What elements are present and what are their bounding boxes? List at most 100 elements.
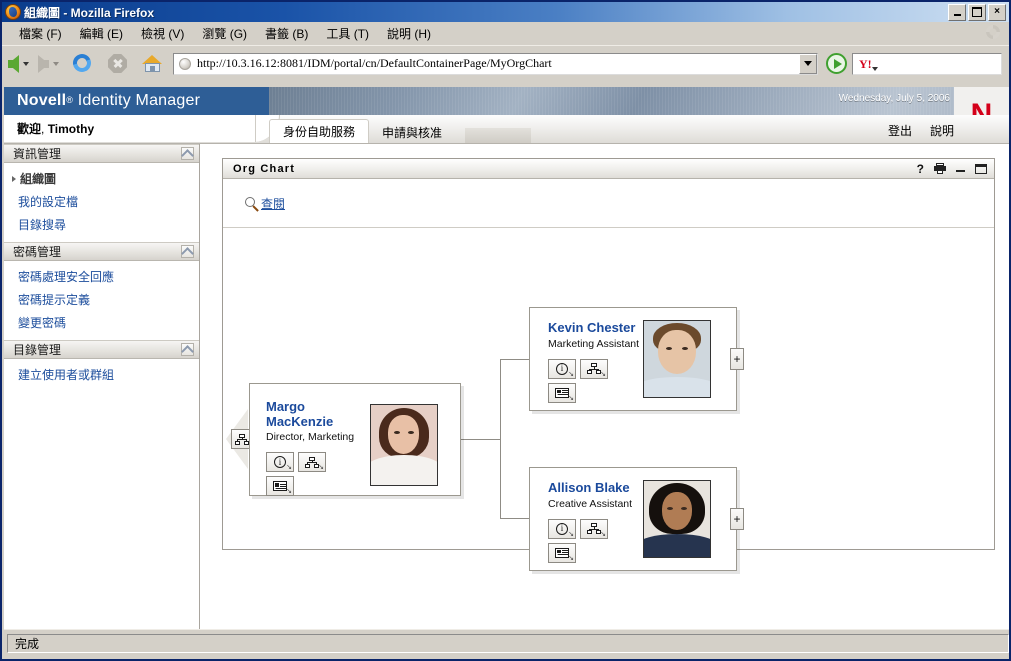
menu-bar: 檔案 (F) 編輯 (E) 檢視 (V) 瀏覽 (G) 書籤 (B) 工具 (T… <box>2 22 1009 45</box>
dropdown-carat-icon: ↘ <box>568 554 574 562</box>
id-card-icon <box>555 387 569 398</box>
url-input[interactable]: http://10.3.16.12:8081/IDM/portal/cn/Def… <box>197 56 552 71</box>
chevron-up-icon[interactable] <box>181 245 194 260</box>
favicon-icon <box>179 57 191 70</box>
back-button[interactable] <box>6 49 36 79</box>
org-chart-icon <box>587 363 601 375</box>
sidebar-item-label[interactable]: 變更密碼 <box>18 314 66 331</box>
window-title: 組織圖 - Mozilla Firefox <box>24 5 155 20</box>
person-orgchart-button[interactable]: ↘ <box>298 452 326 473</box>
sidebar-item-label[interactable]: 建立使用者或群組 <box>18 366 114 383</box>
logout-link[interactable]: 登出 <box>888 122 912 139</box>
firefox-icon <box>5 4 21 20</box>
person-photo <box>643 480 711 558</box>
sidebar-item-create-user-or-group[interactable]: 建立使用者或群組 <box>4 363 199 386</box>
person-idcard-button[interactable]: ↘ <box>548 542 576 563</box>
lookup-control[interactable]: 查閱 <box>245 195 285 212</box>
reload-button[interactable] <box>66 49 100 79</box>
window-title-bar: 組織圖 - Mozilla Firefox × <box>2 2 1009 22</box>
minimize-icon[interactable] <box>956 169 965 172</box>
chevron-up-icon[interactable] <box>181 147 194 162</box>
url-bar[interactable]: http://10.3.16.12:8081/IDM/portal/cn/Def… <box>173 52 818 75</box>
brand-product: Identity Manager <box>77 92 201 109</box>
org-card-root[interactable]: Margo MacKenzie Director, Marketing i ↘ ↘… <box>249 383 461 497</box>
stop-icon <box>108 54 127 73</box>
forward-dropdown-icon[interactable] <box>53 61 59 66</box>
menu-help[interactable]: 說明 (H) <box>378 23 440 44</box>
browser-status-bar: 完成 <box>4 629 1009 657</box>
sidebar-group-items-directory: 建立使用者或群組 <box>4 359 199 392</box>
help-icon[interactable]: ? <box>917 163 924 175</box>
info-icon: i <box>556 522 568 535</box>
org-chart-icon <box>587 523 601 535</box>
sidebar-item-password-challenge-response[interactable]: 密碼處理安全回應 <box>4 265 199 288</box>
org-card-child-2[interactable]: Allison Blake Creative Assistant i↘ ↘ ↘ <box>529 467 744 571</box>
welcome-username: Timothy <box>47 122 95 136</box>
sidebar-group-header-password[interactable]: 密碼管理 <box>4 242 199 261</box>
person-idcard-button[interactable]: ↘ <box>548 382 576 403</box>
back-arrow-icon <box>8 54 19 73</box>
info-icon: i <box>274 456 286 469</box>
sidebar-group-header-information[interactable]: 資訊管理 <box>4 144 199 163</box>
menu-file[interactable]: 檔案 (F) <box>10 23 71 44</box>
selected-bullet-icon <box>12 175 16 182</box>
menu-view[interactable]: 檢視 (V) <box>132 23 193 44</box>
tab-identity-self-service[interactable]: 身份自助服務 <box>269 119 370 143</box>
portlet-header: Org Chart ? <box>223 159 994 179</box>
sidebar-item-label: 組織圖 <box>20 172 57 186</box>
sidebar-item-label[interactable]: 密碼提示定義 <box>18 291 90 308</box>
person-info-button[interactable]: i ↘ <box>266 452 294 473</box>
window-minimize-button[interactable] <box>948 3 966 21</box>
expand-button[interactable]: + <box>730 508 744 530</box>
person-info-button[interactable]: i ↘ <box>548 518 576 539</box>
forward-button[interactable] <box>36 49 66 79</box>
org-chart-portlet: Org Chart ? 查閱 Margo MacKenzie Director,… <box>222 158 995 571</box>
dropdown-carat-icon: ↘ <box>568 370 574 378</box>
go-button[interactable] <box>826 53 847 74</box>
reload-icon <box>73 54 93 74</box>
menu-bookmarks[interactable]: 書籤 (B) <box>256 23 317 44</box>
window-close-button[interactable]: × <box>988 3 1006 21</box>
sidebar-item-label[interactable]: 密碼處理安全回應 <box>18 268 114 285</box>
sidebar-group-header-directory[interactable]: 目錄管理 <box>4 340 199 359</box>
person-orgchart-button[interactable]: ↘ <box>580 358 608 379</box>
maximize-icon[interactable] <box>975 163 987 174</box>
search-icon <box>245 196 260 212</box>
minimize-icon <box>953 14 961 16</box>
back-dropdown-icon[interactable] <box>23 61 29 66</box>
sidebar-item-label[interactable]: 我的設定檔 <box>18 193 78 210</box>
window-maximize-button[interactable] <box>968 3 986 21</box>
org-chart-icon <box>305 456 319 468</box>
home-button[interactable] <box>135 49 170 79</box>
print-icon[interactable] <box>934 163 946 174</box>
chevron-up-icon[interactable] <box>181 343 194 358</box>
person-idcard-button[interactable]: ↘ <box>266 476 294 497</box>
sidebar-item-change-password[interactable]: 變更密碼 <box>4 311 199 334</box>
menu-edit[interactable]: 編輯 (E) <box>71 23 132 44</box>
url-dropdown-button[interactable] <box>799 53 817 74</box>
menu-go[interactable]: 瀏覽 (G) <box>193 23 256 44</box>
sidebar-item-org-chart[interactable]: 組織圖 <box>4 167 199 190</box>
sidebar-item-label[interactable]: 目錄搜尋 <box>18 216 66 233</box>
sidebar-group-items-password: 密碼處理安全回應 密碼提示定義 變更密碼 <box>4 261 199 340</box>
stop-button[interactable] <box>100 49 135 79</box>
expand-button[interactable]: + <box>730 348 744 370</box>
status-panel: 完成 <box>7 634 1009 653</box>
menu-tools[interactable]: 工具 (T) <box>317 23 378 44</box>
person-orgchart-button[interactable]: ↘ <box>580 518 608 539</box>
welcome-greeting: 歡迎 <box>17 122 42 136</box>
sidebar-item-my-profile[interactable]: 我的設定檔 <box>4 190 199 213</box>
person-info-button[interactable]: i ↘ <box>548 358 576 379</box>
org-card-child-1[interactable]: Kevin Chester Marketing Assistant i ↘ ↘ ↘ <box>529 307 744 411</box>
status-text: 完成 <box>15 637 40 651</box>
help-link[interactable]: 說明 <box>930 122 954 139</box>
main-content: Org Chart ? 查閱 Margo MacKenzie Director,… <box>200 144 1009 632</box>
page-viewport: Novell® Identity Manager Wednesday, July… <box>4 87 1009 632</box>
tab-requests-approvals[interactable]: 申請與核准 <box>369 121 455 143</box>
yahoo-search-icon[interactable]: Y! <box>859 58 878 71</box>
search-bar[interactable]: Y! <box>852 52 1002 75</box>
dropdown-carat-icon: ↘ <box>600 370 606 378</box>
lookup-link[interactable]: 查閱 <box>261 195 285 212</box>
sidebar-item-password-hint-definition[interactable]: 密碼提示定義 <box>4 288 199 311</box>
sidebar-item-directory-search[interactable]: 目錄搜尋 <box>4 213 199 236</box>
